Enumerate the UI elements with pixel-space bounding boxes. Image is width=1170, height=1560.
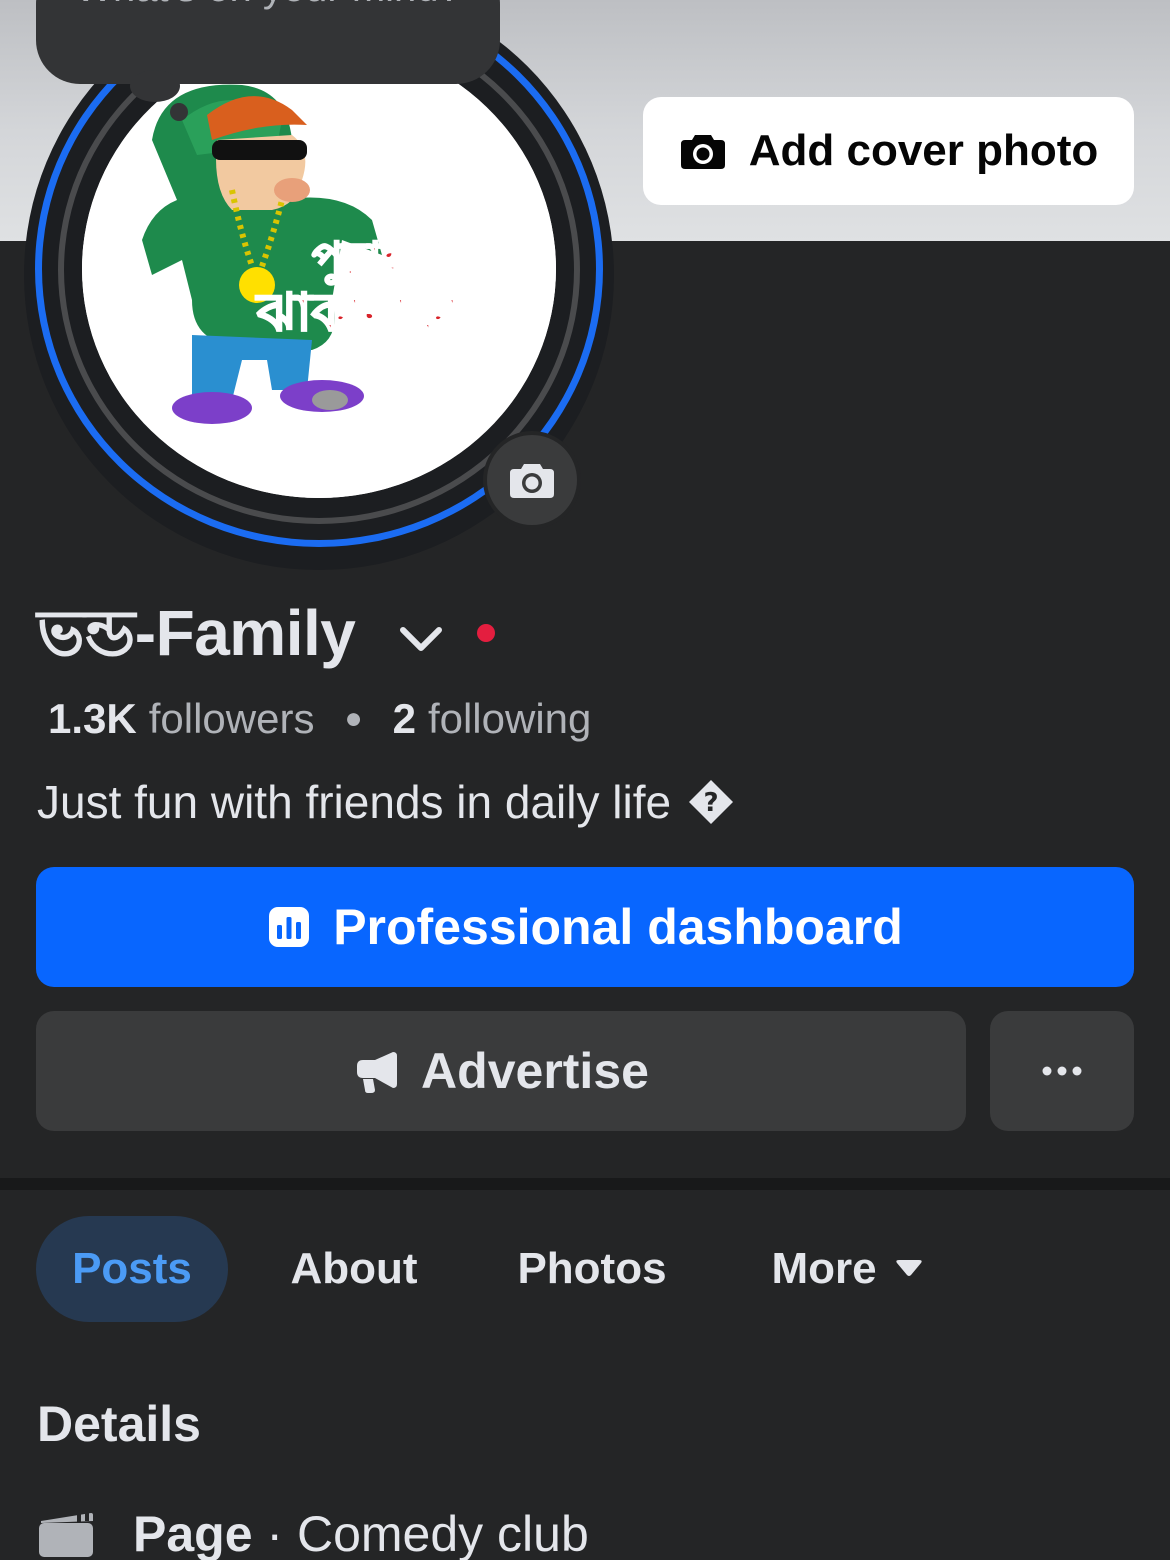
avatar-text-line1: পুরাই — [312, 232, 409, 288]
tab-more[interactable]: More — [752, 1216, 942, 1322]
page-category-row: Page · Comedy club — [37, 1505, 589, 1560]
tab-more-label: More — [771, 1244, 877, 1293]
composer-placeholder: What's on your mind? — [75, 0, 461, 11]
unknown-emoji-icon: ? — [689, 780, 734, 824]
category-value: Comedy club — [296, 1506, 589, 1560]
following-count[interactable]: 2 — [393, 695, 416, 743]
bubble-tail — [130, 70, 180, 102]
tab-about[interactable]: About — [270, 1216, 438, 1322]
avatar-cartoon-image: পুরাই ঝাকানাকা — [82, 40, 556, 498]
advertise-label: Advertise — [421, 1043, 649, 1099]
tab-photos-label: Photos — [517, 1244, 667, 1293]
profile-page: Add cover photo পুরাই ঝাকানাকা ভন্ড-Fami… — [0, 0, 1170, 1560]
page-name-row: ভন্ড-Family — [37, 597, 496, 678]
separator-dot: ● — [344, 702, 363, 735]
add-cover-photo-label: Add cover photo — [748, 126, 1099, 175]
section-divider — [0, 1178, 1170, 1190]
svg-text:?: ? — [704, 788, 719, 818]
follow-stats: 1.3K followers ● 2 following — [48, 695, 591, 743]
status-composer-bubble[interactable]: What's on your mind? — [36, 0, 500, 84]
ellipsis-icon — [1042, 1066, 1082, 1076]
dashboard-icon — [269, 907, 310, 947]
professional-dashboard-button[interactable]: Professional dashboard — [36, 867, 1134, 987]
bubble-tail-dot — [170, 103, 188, 121]
category-prefix: Page — [133, 1506, 253, 1560]
camera-icon — [680, 135, 725, 169]
bio-text: Just fun with friends in daily life — [37, 776, 672, 828]
followers-count[interactable]: 1.3K — [48, 695, 137, 743]
category-separator: · — [266, 1506, 297, 1560]
details-heading: Details — [37, 1396, 201, 1452]
avatar-text-line2: ঝাকানাকা — [255, 283, 462, 343]
change-profile-picture-button[interactable] — [483, 431, 581, 529]
chevron-down-icon[interactable] — [395, 612, 447, 664]
caret-down-icon — [895, 1260, 922, 1276]
notification-dot — [477, 624, 496, 642]
professional-dashboard-label: Professional dashboard — [333, 899, 903, 955]
avatar[interactable]: পুরাই ঝাকানাকা — [82, 40, 556, 498]
tab-about-label: About — [290, 1244, 418, 1293]
clapperboard-icon — [39, 1513, 93, 1557]
page-title: ভন্ড-Family — [37, 596, 356, 669]
following-label[interactable]: following — [428, 695, 591, 743]
followers-label[interactable]: followers — [149, 695, 315, 743]
advertise-button[interactable]: Advertise — [36, 1011, 966, 1131]
camera-icon — [510, 464, 554, 498]
add-cover-photo-button[interactable]: Add cover photo — [643, 97, 1134, 205]
page-bio: Just fun with friends in daily life ? — [37, 775, 735, 829]
tab-photos[interactable]: Photos — [500, 1216, 684, 1322]
tab-posts[interactable]: Posts — [36, 1216, 228, 1322]
megaphone-icon — [357, 1052, 398, 1093]
page-category-text: Page · Comedy club — [133, 1505, 589, 1560]
more-options-button[interactable] — [990, 1011, 1134, 1131]
tab-posts-label: Posts — [72, 1244, 192, 1293]
